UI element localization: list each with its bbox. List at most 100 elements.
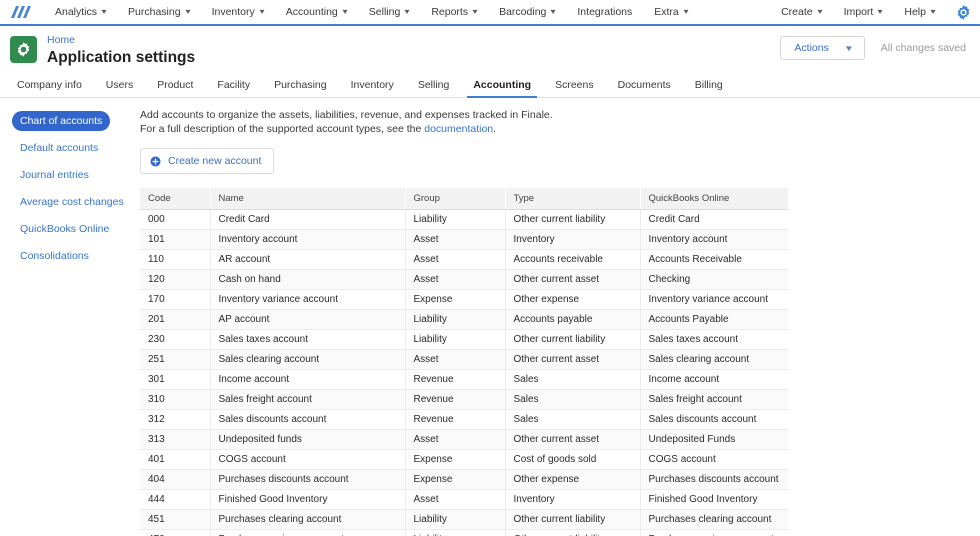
cell-code: 120 [140,269,211,290]
table-row[interactable]: 312 Sales discounts account Revenue Sales Sa… [140,409,788,430]
table-row[interactable]: 310 Sales freight account Revenue Sales Sale… [140,389,788,410]
cell-quickbooks-online: Sales taxes account [640,329,788,350]
nav-item-inventory[interactable]: Inventory ▾ [201,0,275,25]
table-row[interactable]: 101 Inventory account Asset Inventory Invent… [140,229,788,250]
settings-tab-bar: Company info Users Product Facility Purc… [0,74,980,98]
table-row[interactable]: 470Purchases variance accountLiabilityOt… [140,529,788,536]
cell-group: Asset [405,489,506,510]
cell-type: Accounts receivable [505,249,641,270]
page-header-actions: Actions ▼ All changes saved [780,36,966,60]
cell-group: Liability [405,329,506,350]
nav-label: Inventory [211,6,255,18]
cell-quickbooks-online: Purchases clearing account [640,509,788,530]
table-row[interactable]: 451 Purchases clearing account Liability Ot… [140,509,788,530]
table-row[interactable]: 404 Purchases discounts account Expense Oth… [140,469,788,490]
cell-code: 444 [140,489,211,510]
documentation-link[interactable]: documentation [424,123,493,135]
nav-item-integrations[interactable]: Integrations [566,0,643,25]
app-settings-gear-icon [10,36,37,63]
create-new-account-button[interactable]: Create new account [140,148,275,174]
table-row[interactable]: 301 Income account Revenue Sales Income acco… [140,369,788,390]
actions-button-label: Actions [794,42,829,54]
tab-facility[interactable]: Facility [205,79,262,97]
table-row[interactable]: 000 Credit Card Liability Other current lia… [140,209,788,230]
cell-type: Other current liability [505,529,641,536]
table-row[interactable]: 313 Undeposited funds Asset Other current a… [140,429,788,450]
nav-item-barcoding[interactable]: Barcoding ▾ [488,0,566,25]
nav-item-analytics[interactable]: Analytics ▾ [44,0,117,25]
table-row[interactable]: 170 Inventory variance account Expense Othe… [140,289,788,310]
table-row[interactable]: 401 COGS account Expense Cost of goods sold… [140,449,788,470]
description-line-2-post: . [493,123,497,135]
sidebar-item-quickbooks-online[interactable]: QuickBooks Online [12,219,117,239]
table-row[interactable]: 201 AP account Liability Accounts payable Ac… [140,309,788,330]
chevron-down-icon: ▼ [843,43,854,53]
actions-button[interactable]: Actions ▼ [780,36,865,60]
cell-code: 230 [140,329,211,350]
tab-selling[interactable]: Selling [406,79,462,97]
nav-item-selling[interactable]: Selling ▾ [358,0,421,25]
cell-group: Asset [405,349,506,370]
tab-company-info[interactable]: Company info [14,79,94,97]
sidebar-item-consolidations[interactable]: Consolidations [12,246,97,266]
accounts-table-header: Code Name Group Type QuickBooks Online [140,188,788,210]
cell-code: 251 [140,349,211,370]
cell-quickbooks-online: Sales freight account [640,389,788,410]
sidebar-item-chart-of-accounts[interactable]: Chart of accounts [12,111,111,131]
tab-screens[interactable]: Screens [543,79,606,97]
cell-type: Sales [505,409,641,430]
table-row[interactable]: 120 Cash on hand Asset Other current asset C… [140,269,788,290]
column-header-type[interactable]: Type [505,188,641,210]
nav-item-extra[interactable]: Extra ▾ [643,0,699,25]
settings-gear-icon[interactable] [952,1,974,23]
cell-type: Other expense [505,469,641,490]
create-new-account-label: Create new account [168,155,262,167]
column-header-code[interactable]: Code [140,188,211,210]
tab-purchasing[interactable]: Purchasing [262,79,339,97]
nav-item-import[interactable]: Import ▾ [833,0,894,25]
cell-name: Sales freight account [210,389,406,410]
table-row[interactable]: 230 Sales taxes account Liability Other cur… [140,329,788,350]
tab-documents[interactable]: Documents [606,79,683,97]
finale-logo-icon[interactable] [8,4,34,20]
nav-item-accounting[interactable]: Accounting ▾ [275,0,358,25]
cell-type: Other current asset [505,429,641,450]
breadcrumb[interactable]: Home [47,34,195,47]
nav-label: Reports [431,6,469,18]
table-row[interactable]: 110 AR account Asset Accounts receivable Acc… [140,249,788,270]
nav-item-purchasing[interactable]: Purchasing ▾ [117,0,201,25]
sidebar-item-default-accounts[interactable]: Default accounts [12,138,106,158]
cell-type: Cost of goods sold [505,449,641,470]
cell-quickbooks-online: Finished Good Inventory [640,489,788,510]
tab-billing[interactable]: Billing [683,79,735,97]
column-header-name[interactable]: Name [210,188,406,210]
tab-accounting[interactable]: Accounting [461,79,543,98]
cell-quickbooks-online: Sales clearing account [640,349,788,370]
nav-label: Import [843,6,874,18]
table-row[interactable]: 444 Finished Good Inventory Asset Inventory… [140,489,788,510]
nav-item-reports[interactable]: Reports ▾ [420,0,488,25]
page-body: Chart of accounts Default accounts Journ… [0,98,980,536]
column-header-group[interactable]: Group [405,188,506,210]
nav-item-create[interactable]: Create ▾ [770,0,833,25]
cell-code: 101 [140,229,211,250]
table-row[interactable]: 251 Sales clearing account Asset Other curr… [140,349,788,370]
nav-label: Accounting [285,6,338,18]
nav-item-help[interactable]: Help ▾ [893,0,946,25]
page-header-text: Home Application settings [47,34,195,67]
cell-type: Other current liability [505,209,641,230]
cell-name: Sales discounts account [210,409,406,430]
cell-name: Purchases variance account [210,529,406,536]
sidebar-item-journal-entries[interactable]: Journal entries [12,165,97,185]
cell-group: Revenue [405,409,506,430]
cell-type: Other current liability [505,509,641,530]
column-header-quickbooks-online[interactable]: QuickBooks Online [640,188,788,210]
tab-inventory[interactable]: Inventory [339,79,406,97]
tab-product[interactable]: Product [145,79,205,97]
cell-quickbooks-online: Sales discounts account [640,409,788,430]
cell-group: Expense [405,469,506,490]
cell-quickbooks-online: Checking [640,269,788,290]
tab-users[interactable]: Users [94,79,145,97]
description-line-2-pre: For a full description of the supported … [140,123,425,135]
sidebar-item-average-cost-changes[interactable]: Average cost changes [12,192,132,212]
